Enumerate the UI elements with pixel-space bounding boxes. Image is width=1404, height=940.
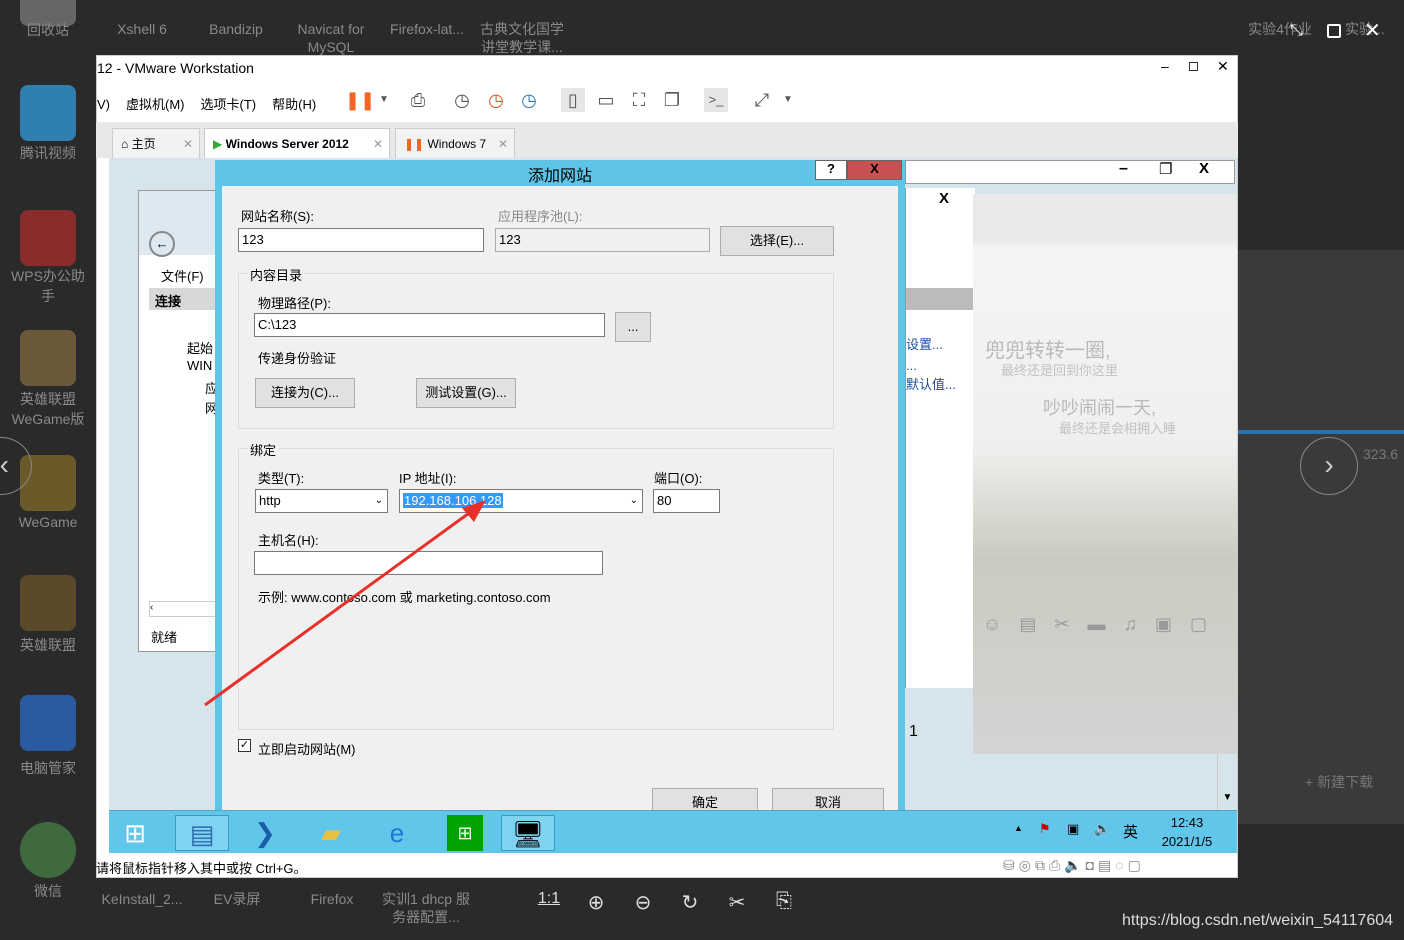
clock-time[interactable]: 12:43	[1157, 815, 1217, 830]
viewer-thumb-label[interactable]: EV录屏	[205, 890, 269, 908]
vmware-status-text: 请将鼠标指针移入其中或按 Ctrl+G。	[96, 861, 307, 876]
viewer-thumb-label[interactable]: Firefox	[300, 890, 364, 908]
watermark: https://blog.csdn.net/weixin_54117604	[1122, 912, 1394, 929]
store-icon[interactable]: ⊞	[447, 815, 483, 851]
viewer-thumb-label[interactable]: 实训1 dhcp 服务器配置...	[380, 890, 472, 926]
network-icon[interactable]: ▣	[1067, 821, 1079, 837]
server-manager-icon[interactable]: ▤	[175, 815, 229, 851]
internet-explorer-icon[interactable]: e	[379, 815, 415, 851]
guest-taskbar: ⊞ ▤ ❯ ▰ e ⊞ 🖥 ▲ ⚑ ▣ 🔈 英 12:43 2021/1/5	[109, 810, 1237, 853]
show-hidden-icons[interactable]: ▲	[1014, 823, 1023, 833]
file-explorer-icon[interactable]: ▰	[313, 815, 349, 851]
iis-manager-taskbar-icon[interactable]: 🖥	[501, 815, 555, 851]
zoom-out-icon[interactable]: ⊖	[630, 890, 656, 915]
powershell-icon[interactable]: ❯	[247, 815, 283, 851]
viewer-thumb-label[interactable]: KeInstall_2...	[96, 890, 188, 908]
action-center-icon[interactable]: ⚑	[1039, 821, 1051, 837]
rotate-icon[interactable]: ↻	[677, 890, 703, 915]
device-status-icons[interactable]: ⛁◎⧉⎙🔈◘▤◌▢	[1003, 857, 1145, 874]
clock-date[interactable]: 2021/1/5	[1151, 834, 1223, 849]
annotation-arrow	[204, 500, 486, 707]
windows-start-icon[interactable]: ⊞	[117, 815, 153, 851]
save-icon[interactable]: ⎘	[771, 890, 797, 913]
ime-indicator[interactable]: 英	[1123, 821, 1138, 842]
actual-size-button[interactable]: 1:1	[536, 890, 562, 908]
crop-icon[interactable]: ✂	[724, 890, 750, 915]
volume-icon[interactable]: 🔈	[1094, 821, 1110, 837]
zoom-in-icon[interactable]: ⊕	[583, 890, 609, 915]
